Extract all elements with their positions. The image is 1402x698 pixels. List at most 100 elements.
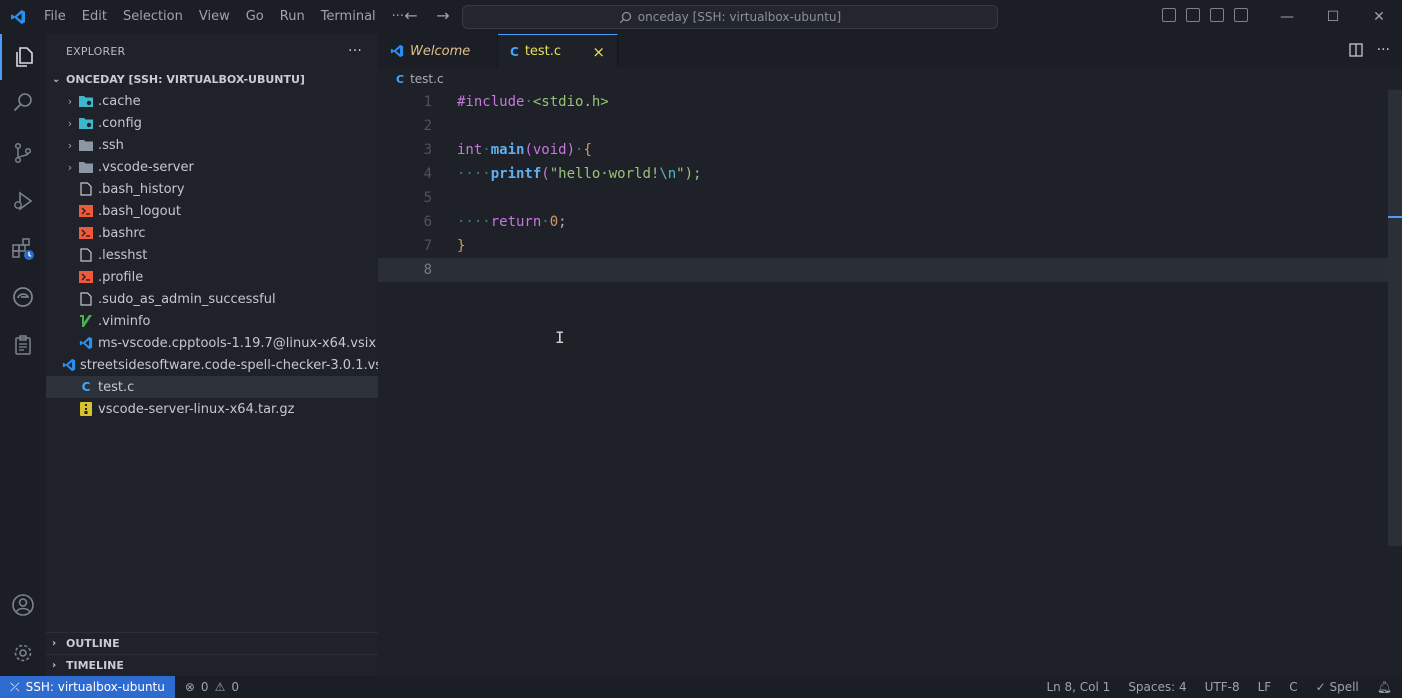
file-icon [78, 291, 94, 307]
chevron-right-icon: › [67, 160, 73, 174]
toggle-secondary-sidebar-icon[interactable] [1210, 8, 1224, 22]
c-file-icon: C [510, 44, 519, 59]
remote-label: SSH: virtualbox-ubuntu [25, 680, 165, 694]
menu-go[interactable]: Go [238, 6, 272, 28]
tree-item[interactable]: streetsidesoftware.code-spell-checker-3.… [46, 354, 393, 376]
tree-item-label: .viminfo [98, 313, 151, 329]
tree-item[interactable]: .bash_logout [46, 200, 378, 222]
tree-item[interactable]: vscode-server-linux-x64.tar.gz [46, 398, 378, 420]
tree-item-label: .cache [98, 93, 141, 109]
navigation-arrows: ← → [400, 6, 454, 25]
more-actions-icon[interactable]: ··· [1377, 43, 1390, 57]
cursor-position[interactable]: Ln 8, Col 1 [1046, 680, 1110, 694]
tab-welcome[interactable]: Welcome [378, 34, 498, 68]
close-brace: } [457, 238, 466, 254]
line-number: 7 [423, 238, 432, 254]
tree-item-label: .profile [98, 269, 144, 285]
settings-gear-icon[interactable] [0, 630, 46, 676]
source-control-icon[interactable] [0, 130, 46, 176]
title-bar: File Edit Selection View Go Run Terminal… [0, 0, 1402, 34]
back-arrow-icon[interactable]: ← [400, 6, 422, 25]
menu-run[interactable]: Run [272, 6, 313, 28]
outline-section[interactable]: › OUTLINE [46, 632, 378, 654]
tree-item[interactable]: .profile [46, 266, 378, 288]
code-line: 4 ····printf("hello·world!\n"); [378, 162, 1402, 186]
error-icon: ⊗ [184, 680, 195, 694]
line-number: 3 [423, 142, 432, 158]
indentation[interactable]: Spaces: 4 [1128, 680, 1186, 694]
close-tab-icon[interactable]: × [592, 43, 605, 61]
code-line: 7 } [378, 234, 1402, 258]
tree-item[interactable]: › .cache [46, 90, 378, 112]
tab-test-c-label: test.c [524, 44, 562, 59]
void-params: (void) [524, 142, 576, 158]
tree-item[interactable]: .lesshst [46, 244, 378, 266]
account-icon[interactable] [0, 582, 46, 628]
vertical-scrollbar[interactable] [1388, 90, 1402, 546]
encoding[interactable]: UTF-8 [1205, 680, 1240, 694]
tree-item-label: .lesshst [98, 247, 148, 263]
clipboard-icon[interactable] [0, 322, 46, 368]
maximize-icon[interactable]: ☐ [1310, 0, 1356, 34]
tree-item[interactable]: › .config [46, 112, 378, 134]
extensions-icon[interactable] [0, 226, 46, 272]
toggle-primary-sidebar-icon[interactable] [1162, 8, 1176, 22]
remote-indicator[interactable]: ⤫ SSH: virtualbox-ubuntu [0, 676, 175, 698]
command-center-search[interactable]: onceday [SSH: virtualbox-ubuntu] [462, 5, 998, 29]
close-window-icon[interactable]: ✕ [1356, 0, 1402, 34]
code-line: 5 [378, 186, 1402, 210]
code-editor[interactable]: 1 #include·<stdio.h> 2 3 int·main(void)·… [378, 90, 1402, 347]
shell-icon [78, 225, 94, 241]
breadcrumb-file: test.c [410, 72, 444, 86]
language-mode[interactable]: C [1289, 680, 1297, 694]
file-icon [78, 181, 94, 197]
tree-item[interactable]: › .ssh [46, 134, 378, 156]
menu-file[interactable]: File [36, 6, 74, 28]
customize-layout-icon[interactable] [1234, 8, 1248, 22]
end-of-line[interactable]: LF [1258, 680, 1272, 694]
toggle-panel-icon[interactable] [1186, 8, 1200, 22]
scrollbar-cursor-marker [1388, 216, 1402, 218]
line-number: 1 [423, 94, 432, 110]
vscode-logo-icon [0, 0, 36, 34]
chevron-right-icon: › [67, 94, 73, 108]
tree-item[interactable]: .sudo_as_admin_successful [46, 288, 378, 310]
status-right: Ln 8, Col 1 Spaces: 4 UTF-8 LF C ✓ Spell… [1046, 680, 1392, 694]
explorer-sidebar: EXPLORER ··· ⌄ ONCEDAY [SSH: VIRTUALBOX-… [46, 34, 393, 676]
printf-call: printf [490, 166, 542, 182]
tree-item[interactable]: .bash_history [46, 178, 378, 200]
explorer-more-actions[interactable]: ··· [348, 43, 362, 59]
split-editor-icon[interactable] [1348, 43, 1363, 57]
vsix-icon [62, 357, 76, 373]
workspace-folder-header[interactable]: ⌄ ONCEDAY [SSH: VIRTUALBOX-UBUNTU] [46, 68, 378, 90]
menu-view[interactable]: View [191, 6, 238, 28]
include-directive: #include [457, 94, 525, 110]
forward-arrow-icon[interactable]: → [432, 6, 454, 25]
workspace-folder-label: ONCEDAY [SSH: VIRTUALBOX-UBUNTU] [66, 72, 305, 86]
archive-icon [78, 401, 94, 417]
spell-checker[interactable]: ✓ Spell [1316, 680, 1359, 694]
breadcrumb[interactable]: C test.c [378, 68, 1402, 90]
return-keyword: return [490, 214, 542, 230]
tree-item[interactable]: .viminfo [46, 310, 378, 332]
menu-selection[interactable]: Selection [115, 6, 191, 28]
search-view-icon[interactable] [0, 80, 46, 126]
tab-test-c[interactable]: C test.c × [498, 34, 618, 68]
menu-edit[interactable]: Edit [74, 6, 115, 28]
explorer-icon[interactable] [0, 34, 46, 80]
tree-item[interactable]: Ctest.c [46, 376, 378, 398]
tree-item[interactable]: .bashrc [46, 222, 378, 244]
minimize-icon[interactable]: — [1264, 0, 1310, 34]
menu-terminal[interactable]: Terminal [313, 6, 384, 28]
folder-icon [78, 137, 94, 153]
notifications-bell-icon[interactable]: 🔔︎ [1377, 680, 1392, 694]
editor-actions: ··· [1348, 43, 1390, 57]
timeline-section[interactable]: › TIMELINE [46, 654, 378, 676]
run-debug-icon[interactable] [0, 178, 46, 224]
edge-browser-icon[interactable] [0, 274, 46, 320]
layout-controls [1162, 8, 1248, 22]
int-keyword: int [457, 142, 483, 158]
problems-indicator[interactable]: ⊗ 0 ⚠ 0 [175, 680, 239, 694]
tree-item[interactable]: › .vscode-server [46, 156, 378, 178]
tree-item[interactable]: ms-vscode.cpptools-1.19.7@linux-x64.vsix [46, 332, 378, 354]
